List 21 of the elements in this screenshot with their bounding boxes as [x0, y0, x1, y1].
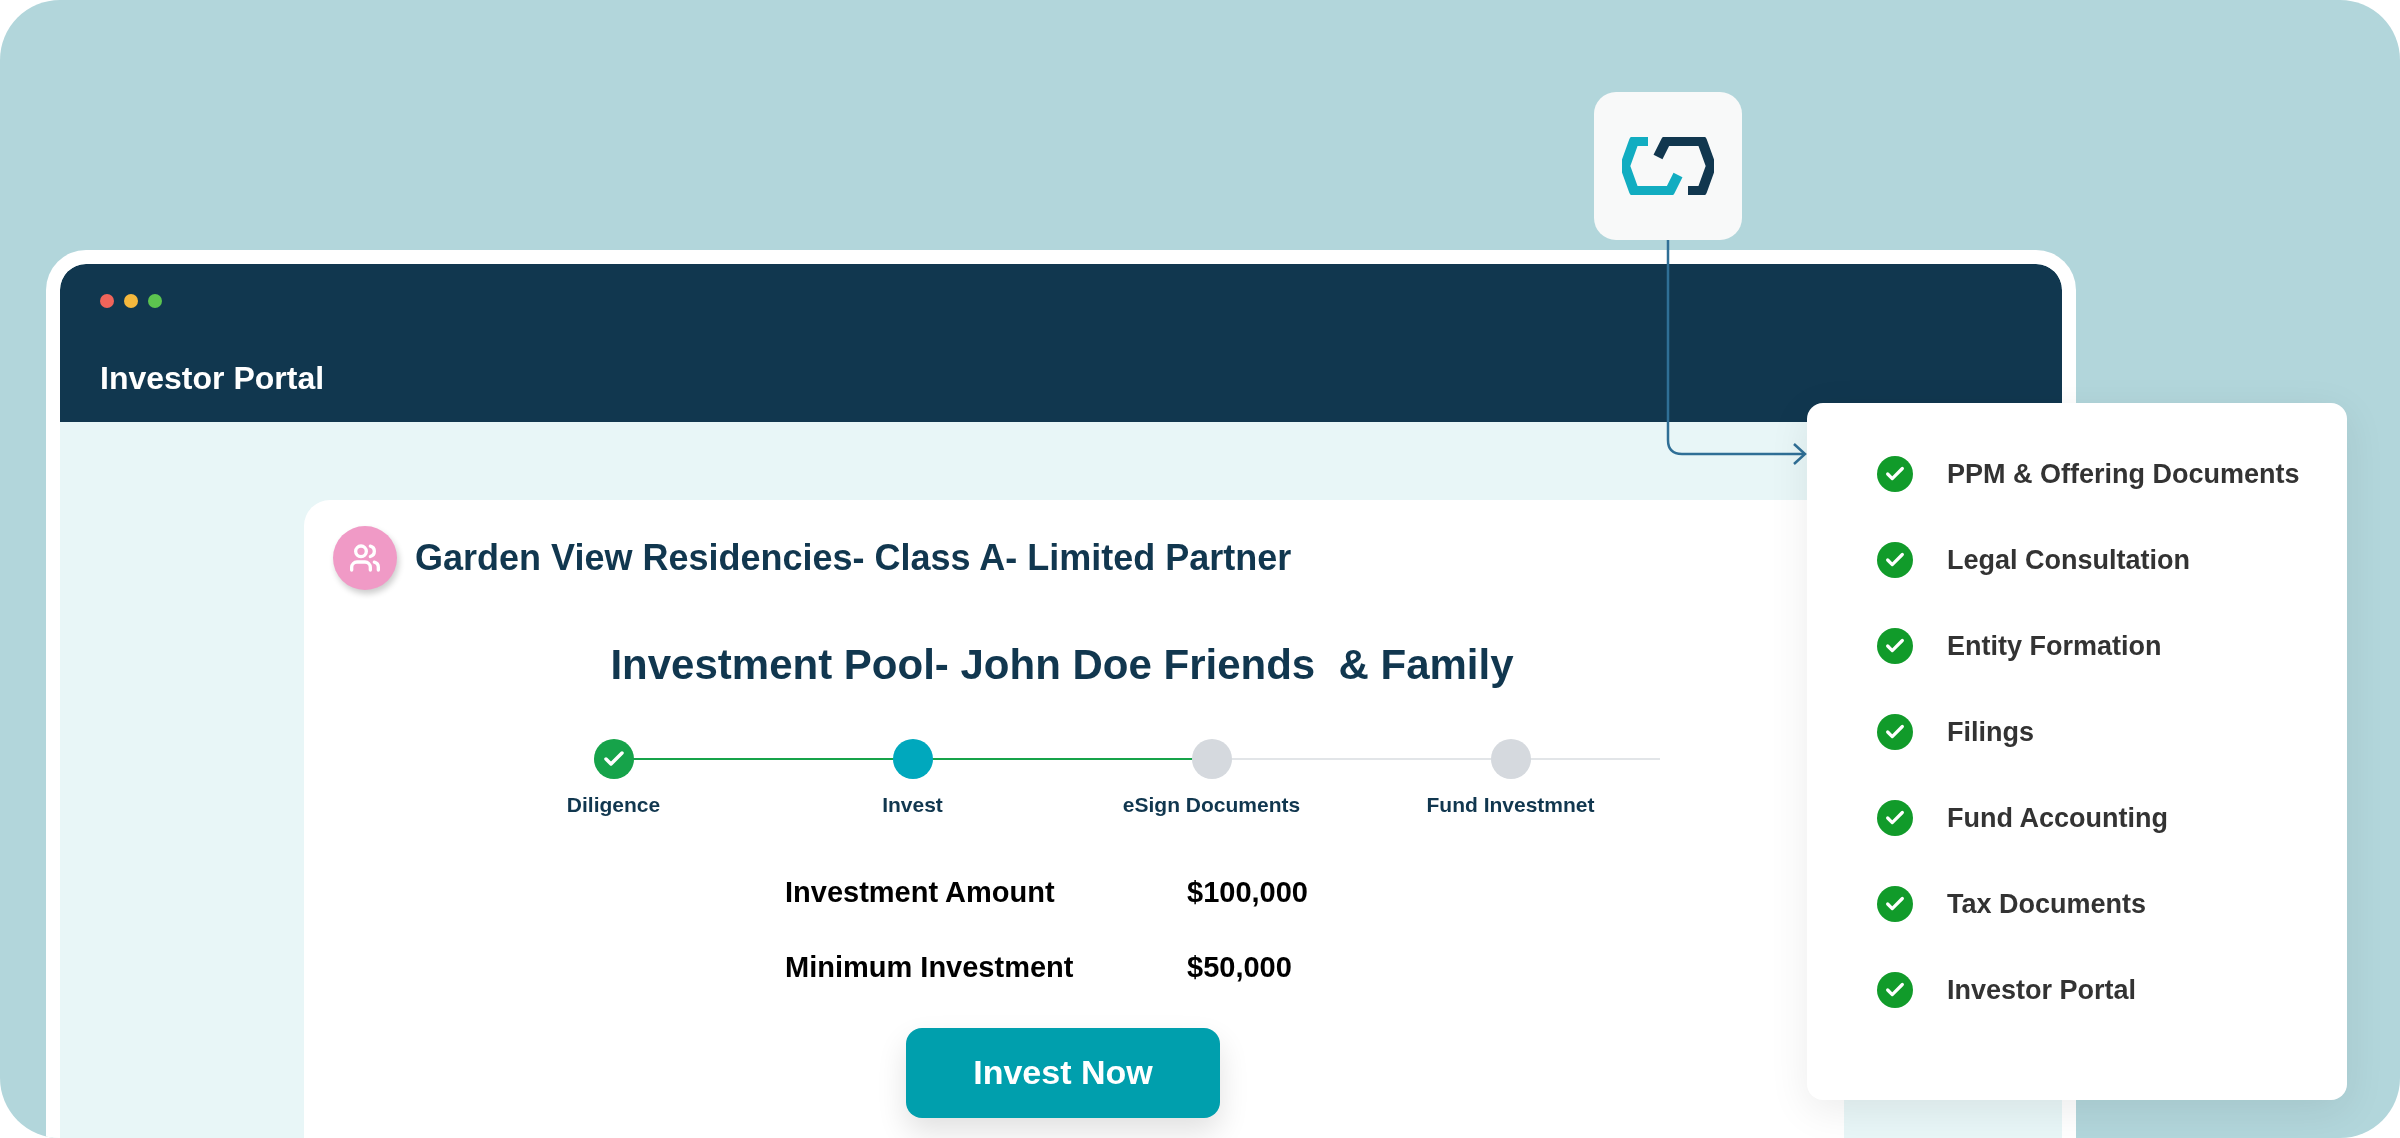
logo-icon — [1622, 137, 1714, 195]
service-label: Filings — [1947, 715, 2034, 749]
service-label: Fund Accounting — [1947, 801, 2168, 835]
service-label: PPM & Offering Documents — [1947, 457, 2300, 491]
step-label: eSign Documents — [1122, 792, 1301, 818]
step-label: Diligence — [566, 792, 661, 818]
detail-label: Investment Amount — [785, 874, 1056, 910]
service-label: Entity Formation — [1947, 629, 2162, 663]
offering-title: Garden View Residencies- Class A- Limited Partner — [415, 536, 1292, 580]
detail-label: Minimum Investment — [785, 950, 1075, 985]
pool-title: Investment Pool- John Doe Friends & Family — [609, 640, 1515, 690]
step-label: Fund Investmnet — [1426, 792, 1595, 818]
step-label: Invest — [882, 792, 943, 818]
detail-value: $100,000 — [1187, 874, 1308, 910]
invest-now-button[interactable]: Invest Now — [906, 1027, 1220, 1118]
group-icon — [333, 526, 397, 590]
window-title: Investor Portal — [100, 362, 326, 394]
service-label: Tax Documents — [1947, 887, 2147, 921]
service-label: Investor Portal — [1947, 973, 2137, 1007]
detail-value: $50,000 — [1187, 950, 1292, 985]
service-label: Legal Consultation — [1947, 543, 2190, 577]
